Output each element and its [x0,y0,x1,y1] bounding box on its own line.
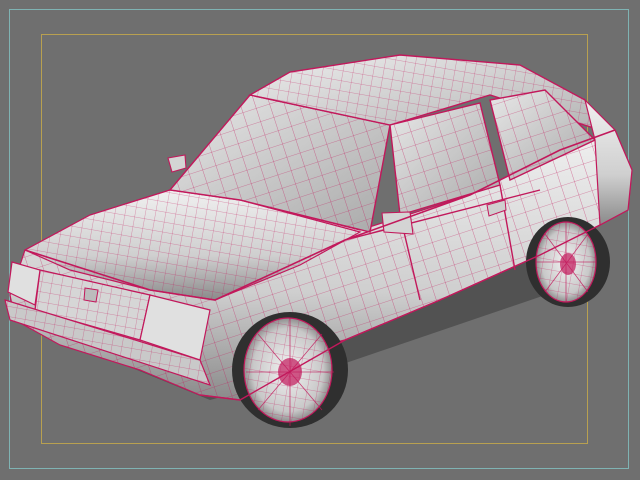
emblem-icon [83,287,99,303]
right-mirror [381,211,414,235]
left-mirror [167,154,187,173]
front-wheel [232,312,348,428]
car-wireframe-icon[interactable] [0,0,640,480]
rear-wheel [526,217,610,307]
3d-viewport[interactable] [0,0,640,480]
